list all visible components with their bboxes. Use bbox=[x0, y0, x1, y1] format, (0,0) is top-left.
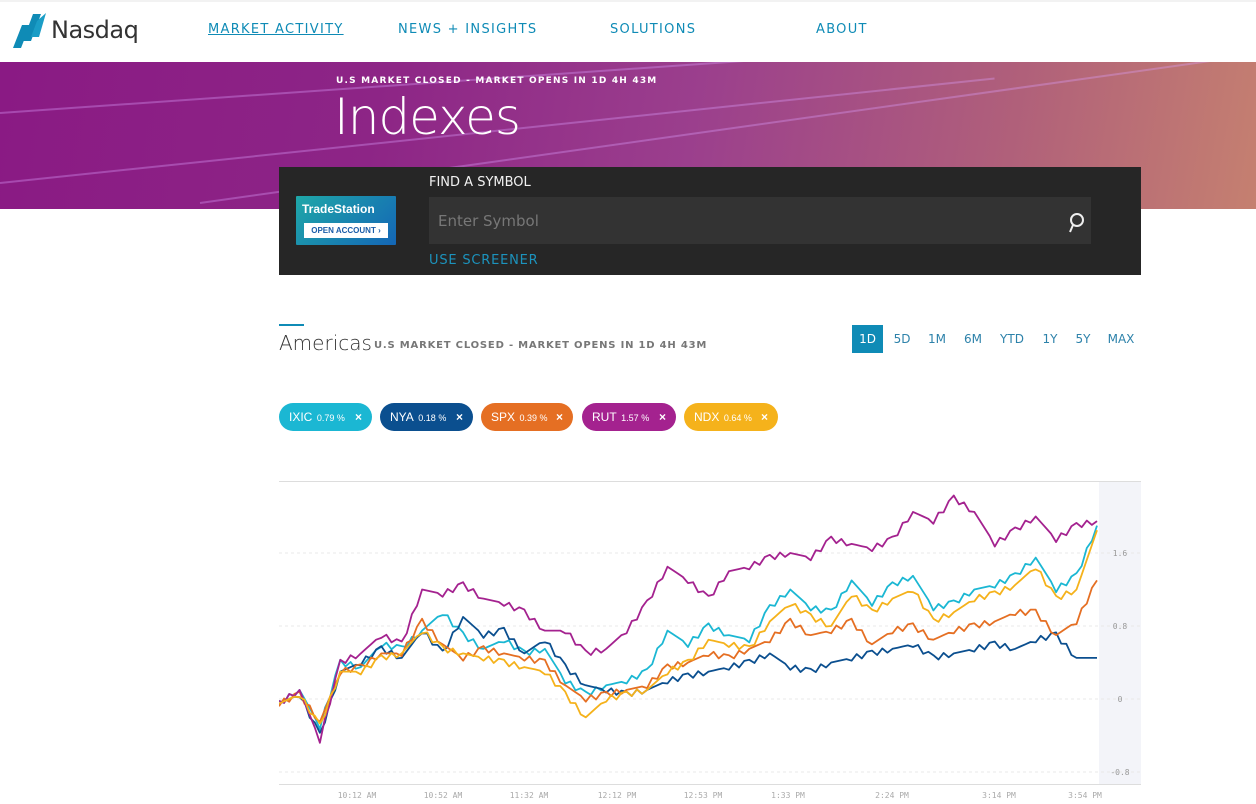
x-tick-label: 10:12 AM bbox=[338, 791, 377, 800]
ad-open-account-button[interactable]: OPEN ACCOUNT › bbox=[304, 223, 388, 238]
chip-nya[interactable]: NYA 0.18 % × bbox=[380, 403, 473, 431]
nav-news-insights[interactable]: NEWS + INSIGHTS bbox=[398, 22, 537, 37]
timeframe-5d[interactable]: 5D bbox=[886, 325, 918, 353]
y-tick-label: 0.8 bbox=[1113, 622, 1128, 631]
y-axis-band bbox=[1099, 481, 1141, 784]
index-chart: 1.6 0.8 0 -0.8 10:12 AM 10:52 AM 11:32 AM 12:12… bbox=[279, 481, 1141, 800]
x-tick-label: 11:32 AM bbox=[510, 791, 549, 800]
chip-symbol: RUT bbox=[592, 410, 617, 424]
y-tick-label: 1.6 bbox=[1113, 549, 1128, 558]
chip-percent: 1.57 % bbox=[618, 413, 650, 423]
find-symbol-label: FIND A SYMBOL bbox=[429, 175, 531, 190]
nav-about[interactable]: ABOUT bbox=[816, 22, 868, 37]
timeframe-6m[interactable]: 6M bbox=[956, 325, 990, 353]
symbol-search-input[interactable] bbox=[429, 197, 1091, 244]
chip-spx[interactable]: SPX 0.39 % × bbox=[481, 403, 573, 431]
y-tick-label: 0 bbox=[1118, 695, 1123, 704]
x-tick-label: 1:33 PM bbox=[771, 791, 805, 800]
chip-rut[interactable]: RUT 1.57 % × bbox=[582, 403, 676, 431]
x-tick-label: 10:52 AM bbox=[424, 791, 463, 800]
nasdaq-logo-icon bbox=[13, 13, 46, 48]
market-status: U.S MARKET CLOSED - MARKET OPENS IN 1D 4… bbox=[336, 76, 658, 86]
timeframe-1m[interactable]: 1M bbox=[920, 325, 954, 353]
x-tick-label: 12:12 PM bbox=[598, 791, 637, 800]
chip-symbol: NDX bbox=[694, 410, 720, 424]
timeframe-ytd[interactable]: YTD bbox=[994, 325, 1030, 353]
chip-percent: 0.39 % bbox=[517, 413, 548, 423]
chip-percent: 0.18 % bbox=[415, 413, 447, 423]
tradestation-ad[interactable]: TradeStation OPEN ACCOUNT › bbox=[296, 196, 396, 245]
x-tick-label: 3:54 PM bbox=[1068, 791, 1102, 800]
find-symbol-panel: TradeStation OPEN ACCOUNT › FIND A SYMBO… bbox=[279, 167, 1141, 275]
use-screener-link[interactable]: USE SCREENER bbox=[429, 253, 538, 268]
nav-solutions[interactable]: SOLUTIONS bbox=[610, 22, 696, 37]
series-line-nya bbox=[279, 615, 1097, 734]
timeframe-5y[interactable]: 5Y bbox=[1068, 325, 1098, 353]
x-tick-label: 12:53 PM bbox=[684, 791, 723, 800]
series-line-rut bbox=[279, 494, 1098, 744]
region-title: Americas bbox=[279, 331, 372, 355]
chip-percent: 0.79 % bbox=[314, 413, 345, 423]
chip-ndx[interactable]: NDX 0.64 % × bbox=[684, 403, 778, 431]
section-accent bbox=[279, 324, 304, 326]
close-icon[interactable]: × bbox=[659, 403, 666, 431]
close-icon[interactable]: × bbox=[456, 403, 463, 431]
chip-symbol: SPX bbox=[491, 410, 516, 424]
chip-ixic[interactable]: IXIC 0.79 % × bbox=[279, 403, 372, 431]
logo-text: Nasdaq bbox=[51, 16, 139, 44]
timeframe-1d[interactable]: 1D bbox=[852, 325, 883, 353]
close-icon[interactable]: × bbox=[556, 403, 563, 431]
region-market-status: U.S MARKET CLOSED - MARKET OPENS IN 1D 4… bbox=[374, 340, 708, 351]
page-title: Indexes bbox=[334, 88, 521, 146]
ad-brand: TradeStation bbox=[302, 202, 375, 216]
x-tick-label: 2:24 PM bbox=[875, 791, 909, 800]
chip-symbol: IXIC bbox=[289, 410, 313, 424]
nav-market-activity[interactable]: MARKET ACTIVITY bbox=[208, 22, 344, 37]
timeframe-1y[interactable]: 1Y bbox=[1036, 325, 1064, 353]
top-navigation: Nasdaq MARKET ACTIVITY NEWS + INSIGHTS S… bbox=[0, 0, 1256, 62]
y-tick-label: -0.8 bbox=[1110, 768, 1129, 777]
series-line-ndx bbox=[279, 529, 1098, 725]
close-icon[interactable]: × bbox=[761, 403, 768, 431]
chip-symbol: NYA bbox=[390, 410, 414, 424]
search-icon[interactable] bbox=[1067, 212, 1085, 234]
chip-percent: 0.64 % bbox=[721, 413, 752, 423]
nasdaq-logo[interactable]: Nasdaq bbox=[13, 12, 139, 48]
close-icon[interactable]: × bbox=[355, 403, 362, 431]
x-tick-label: 3:14 PM bbox=[982, 791, 1016, 800]
timeframe-max[interactable]: MAX bbox=[1102, 325, 1140, 353]
